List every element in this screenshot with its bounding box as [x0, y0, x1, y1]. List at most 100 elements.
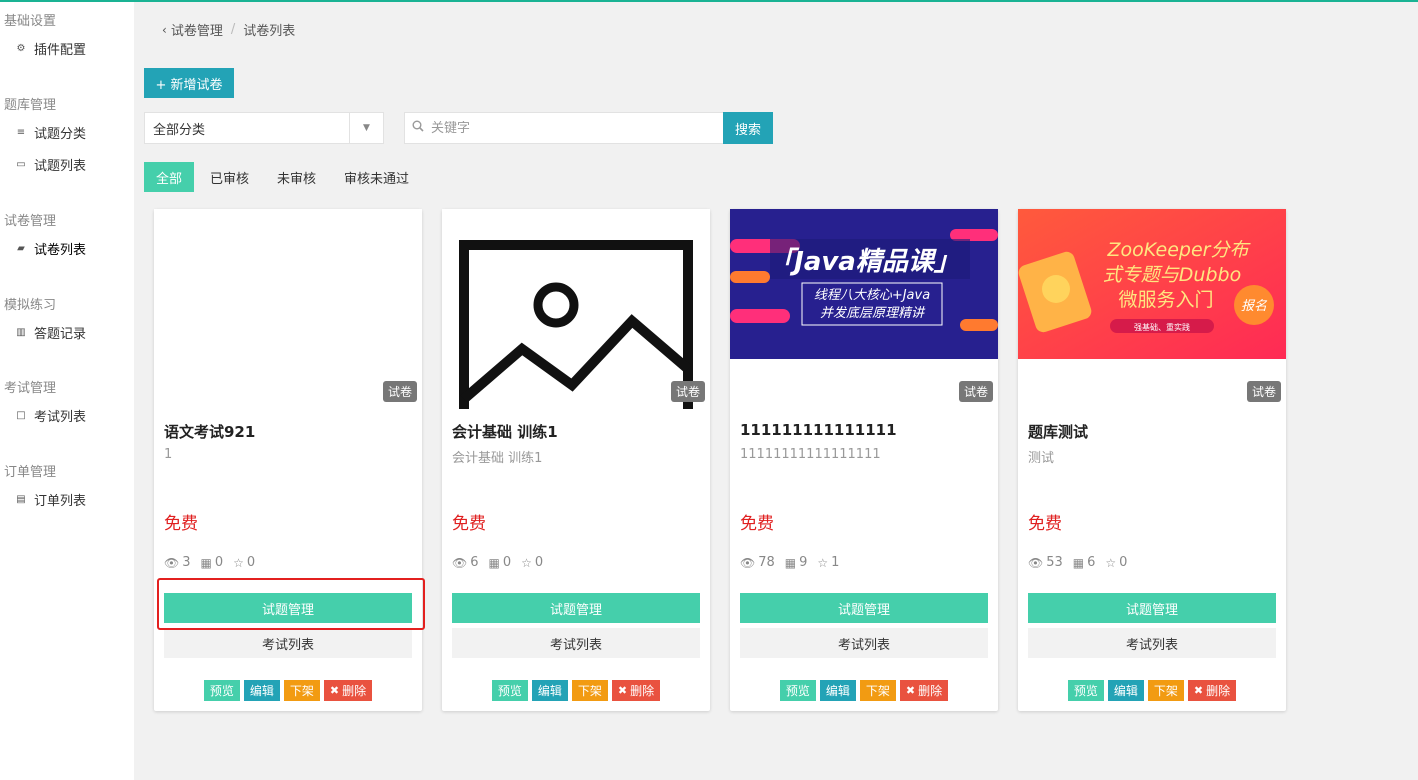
card-type-badge: 试卷 — [1246, 381, 1281, 402]
breadcrumb-parent[interactable]: 试卷管理 — [171, 20, 223, 39]
edit-button[interactable]: 编辑 — [243, 680, 280, 701]
preview-button[interactable]: 预览 — [203, 680, 240, 701]
shopping-bag-icon: ▦ — [1072, 555, 1085, 570]
search-button[interactable]: 搜索 — [723, 112, 773, 144]
delete-label: 删除 — [630, 684, 655, 698]
sidebar-item-exam-list[interactable]: □ 考试列表 — [4, 399, 86, 431]
chevron-left-icon[interactable]: ‹ — [162, 23, 167, 37]
nav-group-order: 订单管理 ▤ 订单列表 — [0, 463, 86, 515]
breadcrumb-current: 试卷列表 — [243, 24, 296, 39]
star-count: 0 — [1119, 555, 1128, 570]
sidebar-item-plugin-config[interactable]: ⚙ 插件配置 — [4, 32, 87, 64]
card-price: 免费 — [164, 514, 198, 534]
banner-line1: 「Java精品课」 — [768, 247, 960, 277]
delete-button[interactable]: ✖ 删除 — [323, 680, 373, 701]
category-select[interactable]: 全部分类 ▼ — [144, 112, 384, 144]
sidebar-item-label: 订单列表 — [34, 493, 87, 509]
buy-count: 6 — [1087, 555, 1096, 570]
delete-button[interactable]: ✖ 删除 — [1187, 680, 1237, 701]
sidebar-item-paper-list[interactable]: ▰ 试卷列表 — [4, 232, 86, 264]
preview-button[interactable]: 预览 — [1067, 680, 1104, 701]
card-title[interactable]: 111111111111111 — [740, 421, 897, 439]
banner-tag: 报名 — [1241, 299, 1268, 314]
edit-button[interactable]: 编辑 — [1107, 680, 1144, 701]
offline-button[interactable]: 下架 — [1147, 680, 1184, 701]
exam-list-button[interactable]: 考试列表 — [164, 628, 412, 658]
sidebar-item-order-list[interactable]: ▤ 订单列表 — [4, 483, 86, 515]
offline-button[interactable]: 下架 — [859, 680, 896, 701]
paper-card: ZooKeeper分布 式专题与Dubbo 微服务入门 报名 强基础、重实践 试… — [1018, 209, 1286, 711]
exam-list-button[interactable]: 考试列表 — [452, 628, 700, 658]
paper-card: 「Java精品课」 线程八大核心+Java 并发底层原理精讲 试卷 111111… — [730, 209, 998, 711]
card-price: 免费 — [1028, 514, 1062, 534]
tab-all[interactable]: 全部 — [144, 162, 195, 192]
sidebar-item-question-category[interactable]: ≡ 试题分类 — [4, 116, 86, 148]
delete-label: 删除 — [1206, 684, 1231, 698]
preview-button[interactable]: 预览 — [779, 680, 816, 701]
offline-button[interactable]: 下架 — [571, 680, 608, 701]
delete-button[interactable]: ✖ 删除 — [899, 680, 949, 701]
card-thumbnail[interactable] — [442, 209, 710, 409]
add-paper-button[interactable]: + 新增试卷 — [144, 68, 234, 98]
nav-group-practice: 模拟练习 ▥ 答题记录 — [0, 296, 86, 348]
banner-note: 强基础、重实践 — [1134, 322, 1190, 332]
shopping-bag-icon: ▦ — [784, 555, 797, 570]
star-icon: ☆ — [521, 555, 532, 570]
status-tabs: 全部 已审核 未审核 审核未通过 — [144, 162, 425, 192]
tab-approved[interactable]: 已审核 — [198, 162, 261, 192]
category-select-value: 全部分类 — [153, 122, 206, 138]
search-input[interactable] — [431, 120, 711, 136]
card-title[interactable]: 会计基础 训练1 — [452, 421, 558, 442]
nav-group-title: 模拟练习 — [4, 298, 57, 313]
card-subtitle: 1 — [164, 447, 173, 462]
question-manage-button[interactable]: 试题管理 — [164, 593, 412, 623]
exam-list-button[interactable]: 考试列表 — [740, 628, 988, 658]
card-actions: 预览 编辑 下架 ✖ 删除 — [154, 680, 422, 701]
card-type-badge: 试卷 — [382, 381, 417, 402]
sidebar-item-question-list[interactable]: ▭ 试题列表 — [4, 148, 86, 180]
tab-rejected[interactable]: 审核未通过 — [332, 162, 421, 192]
banner-line2: 式专题与Dubbo — [1103, 264, 1241, 286]
card-title[interactable]: 题库测试 — [1028, 421, 1088, 442]
eye-icon: 👁 — [1028, 555, 1044, 570]
delete-button[interactable]: ✖ 删除 — [611, 680, 661, 701]
view-count: 78 — [758, 555, 775, 570]
card-title[interactable]: 语文考试921 — [164, 421, 255, 442]
nav-group-title: 考试管理 — [4, 381, 57, 396]
offline-button[interactable]: 下架 — [283, 680, 320, 701]
sidebar-item-answer-records[interactable]: ▥ 答题记录 — [4, 316, 86, 348]
banner-line3: 微服务入门 — [1118, 289, 1213, 311]
nav-group-title: 试卷管理 — [4, 214, 57, 229]
star-icon: ☆ — [233, 555, 244, 570]
calendar-icon: ▭ — [16, 158, 26, 170]
nav-group-basic: 基础设置 ⚙ 插件配置 — [0, 12, 86, 64]
delete-label: 删除 — [342, 684, 367, 698]
delete-label: 删除 — [918, 684, 943, 698]
view-count: 6 — [470, 555, 479, 570]
edit-button[interactable]: 编辑 — [819, 680, 856, 701]
card-stats: 👁 53 ▦ 6 ☆ 0 — [1028, 555, 1137, 570]
shopping-bag-icon: ▦ — [488, 555, 500, 570]
question-manage-button[interactable]: 试题管理 — [1028, 593, 1276, 623]
tab-unreviewed[interactable]: 未审核 — [265, 162, 328, 192]
nav-group-paper: 试卷管理 ▰ 试卷列表 — [0, 212, 86, 264]
card-thumbnail[interactable] — [154, 209, 422, 409]
edit-button[interactable]: 编辑 — [531, 680, 568, 701]
question-manage-button[interactable]: 试题管理 — [740, 593, 988, 623]
zookeeper-course-banner: ZooKeeper分布 式专题与Dubbo 微服务入门 报名 强基础、重实践 — [1018, 209, 1286, 359]
star-icon: ☆ — [817, 555, 829, 570]
exam-list-button[interactable]: 考试列表 — [1028, 628, 1276, 658]
star-count: 0 — [246, 555, 256, 570]
close-icon: ✖ — [1193, 684, 1204, 697]
card-actions: 预览 编辑 下架 ✖ 删除 — [730, 680, 998, 701]
eye-icon: 👁 — [452, 555, 468, 570]
preview-button[interactable]: 预览 — [491, 680, 528, 701]
card-thumbnail[interactable]: ZooKeeper分布 式专题与Dubbo 微服务入门 报名 强基础、重实践 — [1018, 209, 1286, 359]
star-count: 1 — [831, 555, 840, 570]
card-type-badge: 试卷 — [958, 381, 993, 402]
question-manage-button[interactable]: 试题管理 — [452, 593, 700, 623]
caret-down-icon: ▼ — [349, 113, 383, 143]
eye-icon: 👁 — [164, 555, 180, 570]
card-thumbnail[interactable]: 「Java精品课」 线程八大核心+Java 并发底层原理精讲 — [730, 209, 998, 359]
sidebar-item-label: 试卷列表 — [34, 242, 87, 258]
